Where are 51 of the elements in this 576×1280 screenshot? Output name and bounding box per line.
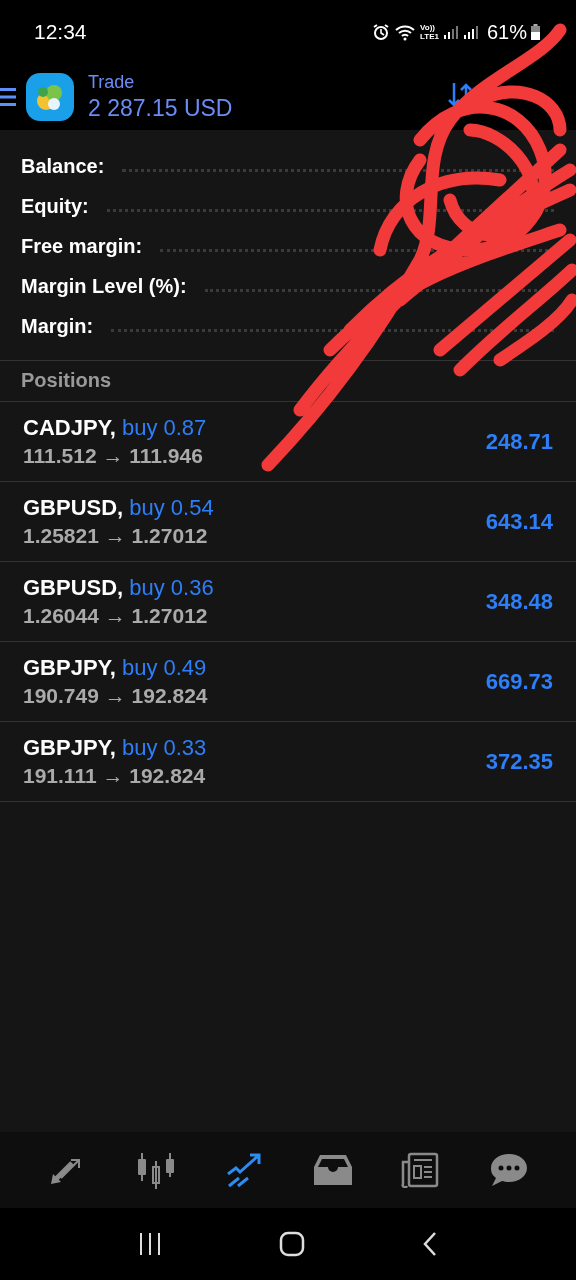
battery-icon: [531, 24, 540, 40]
home-icon[interactable]: [279, 1231, 305, 1257]
position-row[interactable]: CADJPY, buy 0.87 111.512 → 111.946 248.71: [0, 402, 576, 482]
newspaper-icon: [401, 1152, 440, 1188]
battery-percent: 61%: [486, 20, 527, 44]
position-row[interactable]: GBPUSD, buy 0.36 1.26044 → 1.27012 348.48: [0, 562, 576, 642]
symbol-label: GBPJPY,: [23, 655, 116, 681]
alarm-icon: [372, 23, 390, 41]
symbol-label: GBPUSD,: [23, 495, 124, 521]
order-label: buy 0.49: [121, 655, 207, 681]
order-label: buy 0.33: [121, 735, 207, 761]
summary-label: Margin:: [21, 314, 94, 338]
position-row[interactable]: GBPJPY, buy 0.49 190.749 → 192.824 669.73: [0, 642, 576, 722]
order-label: buy 0.54: [129, 495, 214, 521]
position-row[interactable]: GBPUSD, buy 0.54 1.25821 → 1.27012 643.14: [0, 482, 576, 562]
summary-label: Free margin:: [21, 234, 143, 258]
recent-apps-icon[interactable]: [138, 1232, 163, 1256]
inbox-icon: [313, 1153, 352, 1187]
section-header: Positions: [0, 361, 576, 402]
price-range: 190.749 → 192.824: [23, 684, 208, 708]
summary-label: Balance:: [21, 154, 105, 178]
account-balance: 2 287.15 USD: [88, 95, 233, 122]
chat-bubble-icon: [489, 1152, 530, 1188]
price-range: 1.26044 → 1.27012: [23, 604, 209, 628]
price-range: 111.512 → 111.946: [23, 444, 204, 468]
profit-value: 248.71: [485, 428, 553, 455]
app-logo-icon: [26, 73, 74, 121]
order-label: buy 0.36: [129, 575, 214, 601]
back-icon[interactable]: [421, 1231, 438, 1257]
summary-label: Equity:: [21, 194, 89, 218]
price-range: 1.25821 → 1.27012: [23, 524, 209, 548]
signal-icon: [442, 24, 459, 40]
symbol-label: CADJPY,: [23, 415, 116, 441]
profit-value: 348.48: [485, 588, 553, 615]
profit-value: 372.35: [485, 748, 553, 775]
volte-label: Vo)): [420, 23, 436, 32]
symbol-label: GBPUSD,: [23, 575, 124, 601]
price-range: 191.111 → 192.824: [23, 764, 207, 788]
candlestick-icon: [136, 1151, 177, 1189]
network-label: LTE1: [420, 32, 439, 41]
order-label: buy 0.87: [121, 415, 207, 441]
screen-title: Trade: [88, 72, 136, 93]
status-time: 12:34: [34, 20, 87, 44]
profit-value: 643.14: [485, 508, 553, 535]
position-row[interactable]: GBPJPY, buy 0.33 191.111 → 192.824 372.35: [0, 722, 576, 802]
symbol-label: GBPJPY,: [23, 735, 116, 761]
summary-label: Margin Level (%):: [21, 274, 187, 298]
menu-icon[interactable]: [0, 86, 16, 108]
profit-value: 669.73: [485, 668, 553, 695]
wifi-icon: [394, 23, 416, 41]
signal-icon: [462, 24, 479, 40]
